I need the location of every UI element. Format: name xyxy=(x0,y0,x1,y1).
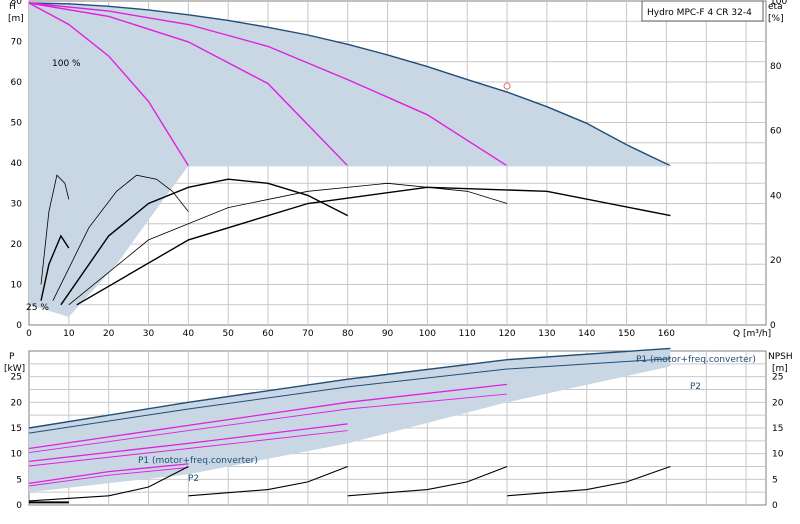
flow-tick-label: 160 xyxy=(658,329,675,339)
npsh-tick-label: 20 xyxy=(772,398,784,408)
head-tick-label: 60 xyxy=(11,78,23,88)
p1-max-label: P1 (motor+freq.converter) xyxy=(636,355,756,365)
flow-tick-label: 80 xyxy=(342,329,354,339)
p2-single-label: P2 xyxy=(188,474,199,484)
npsh-tick-label: 25 xyxy=(772,373,783,383)
npsh-tick-label: 5 xyxy=(772,475,778,485)
power-tick-label: 10 xyxy=(11,450,23,460)
power-tick-label: 25 xyxy=(11,373,22,383)
head-tick-label: 30 xyxy=(11,200,23,210)
head-axis-label: H xyxy=(9,2,16,12)
chart-canvas: 010203040506070800204060801000 10 20 30 40 50… xyxy=(4,0,793,511)
eta-tick-label: 60 xyxy=(770,127,782,137)
flow-tick-label: 90 xyxy=(382,329,394,339)
flow-tick-label: 40 xyxy=(183,329,195,339)
eta-tick-label: 40 xyxy=(770,191,782,201)
speed-25-label: 25 % xyxy=(26,303,49,313)
duty-point-marker xyxy=(503,82,511,90)
npsh-axis-label: NPSH xyxy=(768,352,793,362)
product-title: Hydro MPC-F 4 CR 32-4 xyxy=(647,8,752,18)
power-tick-label: 0 xyxy=(16,501,22,511)
flow-tick-label: 150 xyxy=(618,329,635,339)
head-tick-label: 10 xyxy=(11,281,23,291)
eta-axis-unit: [%] xyxy=(768,14,784,24)
head-tick-label: 20 xyxy=(11,240,23,250)
flow-tick-label: 100 xyxy=(419,329,436,339)
flow-tick-label: 20 xyxy=(103,329,115,339)
npsh-axis-unit: [m] xyxy=(772,364,788,374)
power-npsh-panel: 0 5 10 15 20 25 0 5 10 15 20 25 P [kW] NPSH [m] P1 … xyxy=(4,347,793,511)
head-efficiency-panel: 010203040506070800204060801000 10 20 30 40 50… xyxy=(8,0,787,339)
power-axis-label: P xyxy=(9,352,15,362)
flow-tick-label: 0 xyxy=(26,329,32,339)
flow-tick-label: 70 xyxy=(302,329,314,339)
head-tick-label: 40 xyxy=(11,159,23,169)
power-axis-unit: [kW] xyxy=(4,364,25,374)
head-tick-label: 50 xyxy=(11,119,23,129)
power-tick-label: 15 xyxy=(11,424,22,434)
head-tick-label: 0 xyxy=(16,321,22,331)
flow-tick-label: 50 xyxy=(222,329,234,339)
power-tick-label: 5 xyxy=(16,475,22,485)
flow-tick-label: 10 xyxy=(63,329,75,339)
npsh-tick-label: 15 xyxy=(772,424,783,434)
flow-tick-label: 30 xyxy=(143,329,155,339)
power-tick-label: 20 xyxy=(11,398,23,408)
eta-tick-label: 20 xyxy=(770,256,782,266)
npsh-tick-label: 0 xyxy=(772,501,778,511)
pump-curve-figure: 0 10 20 30 40 50 60 70 80 0 20 40 60 80 100 0 10 20 30 40 50… xyxy=(0,0,800,520)
npsh-tick-label: 10 xyxy=(772,450,784,460)
eta-axis-label: eta xyxy=(768,2,783,12)
flow-tick-label: 110 xyxy=(459,329,476,339)
speed-100-label: 100 % xyxy=(52,59,81,69)
flow-tick-label: 120 xyxy=(498,329,515,339)
flow-tick-label: 130 xyxy=(538,329,555,339)
flow-tick-label: 60 xyxy=(262,329,274,339)
p1-single-label: P1 (motor+freq.converter) xyxy=(138,456,258,466)
flow-axis-label: Q [m³/h] xyxy=(733,329,771,339)
flow-tick-label: 140 xyxy=(578,329,595,339)
head-tick-label: 70 xyxy=(11,38,23,48)
p2-max-label: P2 xyxy=(690,382,701,392)
head-axis-unit: [m] xyxy=(8,14,24,24)
eta-tick-label: 80 xyxy=(770,62,782,72)
